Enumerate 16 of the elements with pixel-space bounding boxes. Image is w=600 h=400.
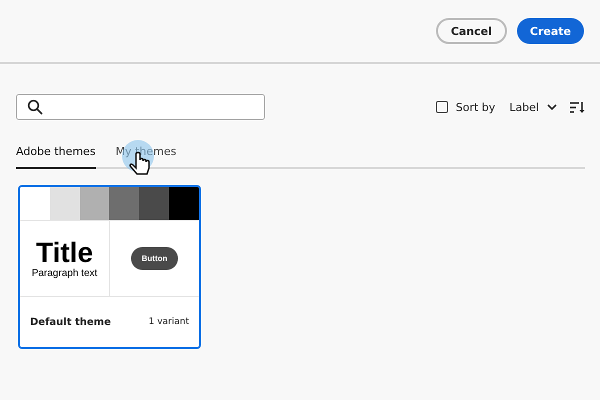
theme-name: Default theme xyxy=(30,316,111,328)
tab[interactable]: Adobe themes xyxy=(16,141,96,169)
cancel-button[interactable]: Cancel xyxy=(436,18,507,44)
chevron-down-icon xyxy=(547,104,557,110)
sort-order-icon[interactable] xyxy=(569,100,585,114)
title-sample: Title xyxy=(36,238,94,268)
variant-count: 1 variant xyxy=(148,317,189,327)
button-sample: Button xyxy=(130,247,178,270)
sort-label: Sort by xyxy=(456,100,496,114)
sort-checkbox[interactable] xyxy=(436,101,448,113)
search-field[interactable] xyxy=(16,94,265,120)
sort-field-picker[interactable]: Label xyxy=(509,100,557,114)
create-button[interactable]: Create xyxy=(516,18,584,44)
paragraph-sample: Paragraph text xyxy=(32,268,98,279)
theme-card[interactable]: Title Paragraph text Button Default theme 1 variant xyxy=(18,185,201,349)
search-icon xyxy=(27,99,43,115)
